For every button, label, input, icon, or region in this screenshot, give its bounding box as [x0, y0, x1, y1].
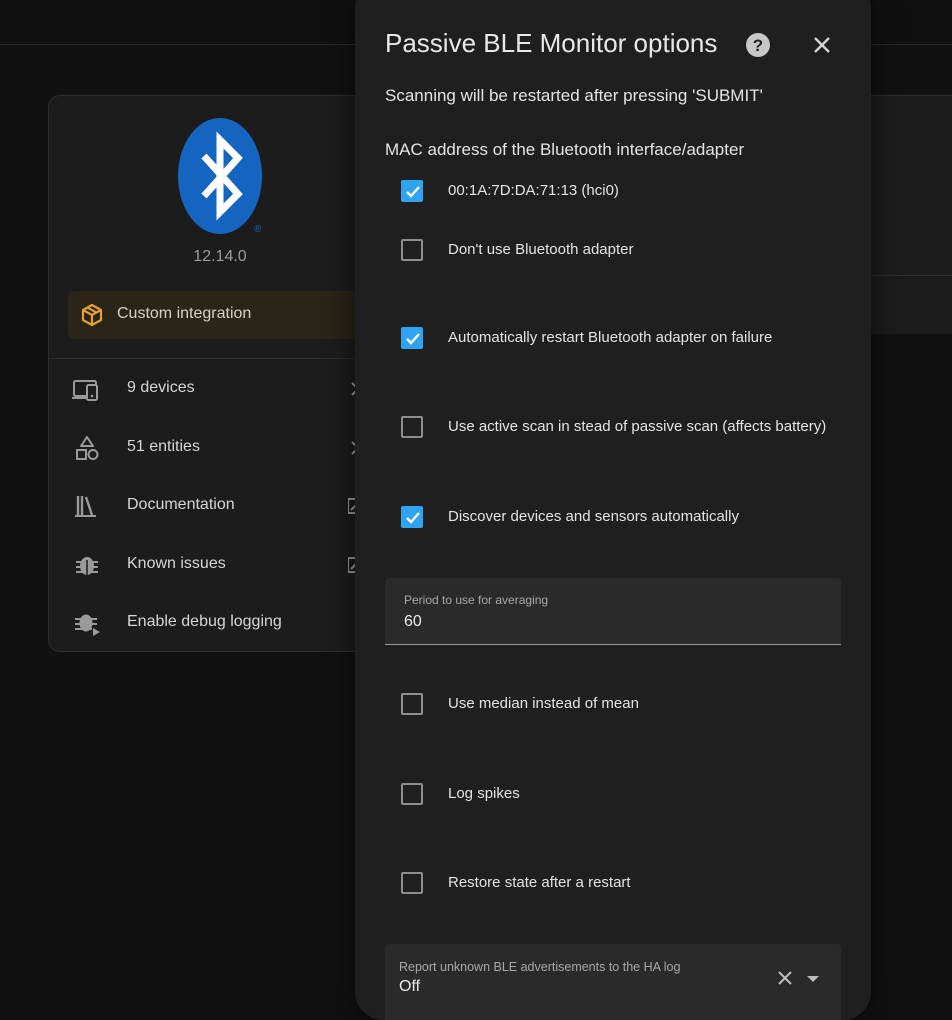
custom-integration-label: Custom integration — [117, 305, 252, 322]
restore-state-checkbox-row[interactable]: Restore state after a restart — [401, 872, 861, 898]
checkbox-label: Use active scan in stead of passive scan… — [448, 418, 827, 435]
mac-section-label: MAC address of the Bluetooth interface/a… — [385, 140, 745, 159]
period-field-label: Period to use for averaging — [404, 593, 549, 607]
help-icon[interactable]: ? — [745, 32, 771, 58]
adapter-hci0-checkbox-row[interactable]: 00:1A:7D:DA:71:13 (hci0) — [401, 180, 861, 206]
checkbox-unchecked[interactable] — [401, 416, 423, 438]
period-input[interactable] — [404, 613, 804, 631]
menu-item-label: Enable debug logging — [127, 613, 282, 630]
check-icon — [406, 512, 420, 524]
devices-icon — [72, 380, 98, 401]
close-icon[interactable] — [809, 32, 835, 58]
menu-item-label: Documentation — [127, 496, 235, 513]
menu-item-label: Known issues — [127, 555, 226, 572]
bluetooth-logo-icon: ® — [178, 118, 262, 235]
custom-integration-banner: Custom integration — [68, 291, 368, 339]
auto-restart-checkbox-row[interactable]: Automatically restart Bluetooth adapter … — [401, 327, 861, 353]
select-label: Report unknown BLE advertisements to the… — [399, 960, 681, 974]
select-value: Off — [399, 978, 421, 995]
checkbox-label: Restore state after a restart — [448, 874, 631, 891]
report-unknown-select[interactable]: Report unknown BLE advertisements to the… — [385, 944, 841, 1020]
dialog-description: Scanning will be restarted after pressin… — [385, 86, 763, 105]
checkbox-unchecked[interactable] — [401, 872, 423, 894]
background-divider — [870, 275, 952, 276]
active-scan-checkbox-row[interactable]: Use active scan in stead of passive scan… — [401, 416, 861, 442]
check-icon — [406, 186, 420, 198]
checkbox-unchecked[interactable] — [401, 783, 423, 805]
median-checkbox-row[interactable]: Use median instead of mean — [401, 693, 861, 719]
card-divider — [48, 358, 358, 359]
dropdown-arrow-icon[interactable] — [805, 971, 821, 987]
package-icon — [81, 303, 103, 327]
checkbox-label: Automatically restart Bluetooth adapter … — [448, 329, 773, 346]
menu-item-documentation[interactable]: Documentation — [72, 491, 362, 521]
checkbox-label: 00:1A:7D:DA:71:13 (hci0) — [448, 182, 619, 199]
bug-play-icon — [75, 614, 100, 636]
period-field[interactable]: Period to use for averaging — [385, 578, 841, 645]
menu-item-devices[interactable]: 9 devices — [72, 374, 362, 404]
menu-item-debug-logging[interactable]: Enable debug logging — [72, 608, 362, 638]
no-adapter-checkbox-row[interactable]: Don't use Bluetooth adapter — [401, 239, 861, 265]
clear-icon[interactable] — [775, 968, 795, 988]
book-icon — [75, 496, 96, 517]
svg-text:®: ® — [254, 224, 262, 235]
integration-version: 12.14.0 — [193, 248, 247, 265]
dialog-title: Passive BLE Monitor options — [385, 28, 718, 58]
options-dialog: Passive BLE Monitor options ? Scanning w… — [355, 0, 871, 1020]
menu-item-known-issues[interactable]: Known issues — [72, 550, 362, 580]
checkbox-unchecked[interactable] — [401, 239, 423, 261]
checkbox-label: Don't use Bluetooth adapter — [448, 241, 634, 258]
checkbox-unchecked[interactable] — [401, 693, 423, 715]
bug-icon — [76, 557, 98, 575]
discover-devices-checkbox-row[interactable]: Discover devices and sensors automatical… — [401, 506, 861, 532]
checkbox-label: Log spikes — [448, 785, 520, 802]
checkbox-checked[interactable] — [401, 180, 423, 202]
menu-item-label: 9 devices — [127, 379, 195, 396]
checkbox-label: Discover devices and sensors automatical… — [448, 508, 739, 525]
menu-item-entities[interactable]: 51 entities — [72, 433, 362, 463]
log-spikes-checkbox-row[interactable]: Log spikes — [401, 783, 861, 809]
checkbox-label: Use median instead of mean — [448, 695, 639, 712]
menu-item-label: 51 entities — [127, 438, 200, 455]
entities-icon — [76, 436, 99, 460]
checkbox-checked[interactable] — [401, 327, 423, 349]
background-panel — [870, 95, 952, 334]
check-icon — [406, 333, 420, 345]
checkbox-checked[interactable] — [401, 506, 423, 528]
svg-text:?: ? — [753, 36, 763, 55]
